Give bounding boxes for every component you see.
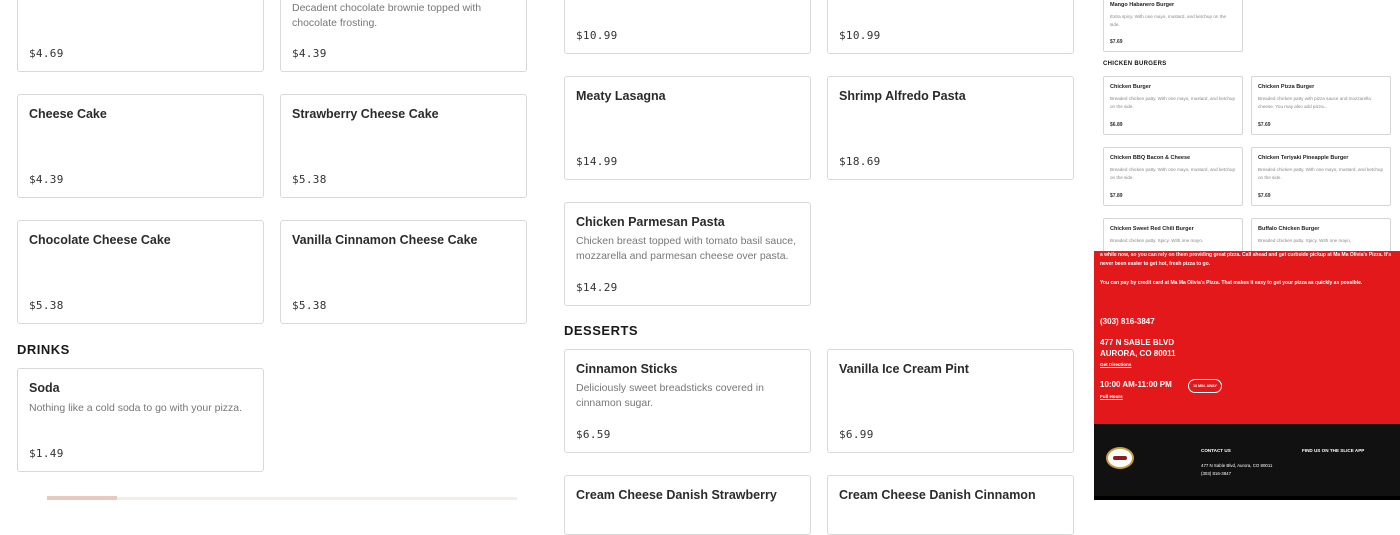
item-name: Soda — [29, 381, 60, 395]
item-name: Strawberry Cheese Cake — [292, 107, 439, 121]
address-line-1: 477 N SABLE BLVD — [1100, 338, 1175, 347]
menu-item-card[interactable]: Cinnamon Sticks Deliciously sweet breads… — [564, 349, 811, 453]
menu-item-card[interactable]: Cream Cheese Danish Cinnamon — [827, 475, 1074, 535]
mini-item-description: Breaded chicken patty. With one mayo, mu… — [1110, 96, 1236, 109]
item-price: $5.38 — [292, 299, 327, 312]
item-price: $4.39 — [29, 173, 64, 186]
contact-us-heading: CONTACT US — [1201, 448, 1231, 453]
item-description: Decadent chocolate brownie topped with c… — [292, 2, 482, 29]
mini-item-price: $7.69 — [1258, 193, 1271, 199]
item-price: $14.29 — [576, 281, 618, 294]
item-name: Vanilla Ice Cream Pint — [839, 362, 969, 376]
info-paragraph: a while now, so you can rely on them pro… — [1100, 252, 1392, 267]
mini-item-price: $7.69 — [1110, 39, 1123, 45]
phone-number[interactable]: (303) 816-3847 — [1100, 317, 1155, 326]
item-price: $4.39 — [292, 47, 327, 60]
mini-menu-card[interactable]: Mango Habanero Burger Extra spicy. With … — [1103, 0, 1243, 52]
menu-item-card[interactable]: Chocolate Cheese Cake $5.38 — [17, 220, 264, 324]
mini-item-name: Chicken Pizza Burger — [1258, 84, 1315, 90]
mini-item-name: Chicken BBQ Bacon & Cheese — [1110, 155, 1191, 161]
restaurant-info-section: a while now, so you can rely on them pro… — [1094, 251, 1400, 424]
menu-item-card[interactable]: Strawberry Cheese Cake $5.38 — [280, 94, 527, 198]
mini-item-name: Chicken Teriyaki Pineapple Burger — [1258, 155, 1349, 161]
mini-section-heading: CHICKEN BURGERS — [1103, 61, 1167, 67]
menu-item-card[interactable]: $10.99 — [564, 0, 811, 54]
footer-address: 477 N Sable Blvd, Aurora, CO 80011 — [1201, 463, 1273, 468]
menu-item-card[interactable]: Meaty Lasagna $14.99 — [564, 76, 811, 180]
item-price: $18.69 — [839, 155, 881, 168]
get-directions-link[interactable]: Get Directions — [1100, 362, 1131, 367]
menu-item-card[interactable]: Chicken Parmesan Pasta Chicken breast to… — [564, 202, 811, 306]
distance-badge: 16 MIN. AWAY — [1188, 379, 1222, 393]
item-price: $1.49 — [29, 447, 64, 460]
item-description: Chicken breast topped with tomato basil … — [576, 235, 797, 262]
mini-item-description: Extra spicy. With one mayo, mustard, and… — [1110, 14, 1227, 27]
item-name: Vanilla Cinnamon Cheese Cake — [292, 233, 478, 247]
mini-item-price: $7.89 — [1110, 193, 1123, 199]
section-heading-desserts: DESSERTS — [564, 323, 639, 338]
menu-item-card[interactable]: $10.99 — [827, 0, 1074, 54]
mini-item-name: Mango Habanero Burger — [1110, 2, 1175, 8]
address-line-2: AURORA, CO 80011 — [1100, 349, 1176, 358]
mini-menu-card[interactable]: Chicken Pizza Burger Breaded chicken pat… — [1251, 76, 1391, 135]
embedded-page-preview: Mango Habanero Burger Extra spicy. With … — [1094, 0, 1400, 500]
item-price: $14.99 — [576, 155, 618, 168]
menu-item-card[interactable]: Decadent chocolate brownie topped with c… — [280, 0, 527, 72]
item-price: $6.59 — [576, 428, 611, 441]
full-hours-link[interactable]: Full Hours — [1100, 394, 1123, 399]
item-price: $10.99 — [576, 29, 618, 42]
item-description: Deliciously sweet breadsticks covered in… — [576, 382, 764, 409]
item-description: Nothing like a cold soda to go with your… — [29, 402, 243, 414]
item-price: $5.38 — [29, 299, 64, 312]
opening-hours: 10:00 AM-11:00 PM — [1100, 380, 1172, 389]
item-price: $5.38 — [292, 173, 327, 186]
promo-image-edge — [47, 496, 517, 500]
mini-menu-card[interactable]: Chicken Teriyaki Pineapple Burger Breade… — [1251, 147, 1391, 206]
menu-item-card[interactable]: Vanilla Cinnamon Cheese Cake $5.38 — [280, 220, 527, 324]
menu-item-card[interactable]: Soda Nothing like a cold soda to go with… — [17, 368, 264, 472]
mini-item-name: Chicken Burger — [1110, 84, 1151, 90]
item-name: Chocolate Cheese Cake — [29, 233, 171, 247]
site-footer: CONTACT US FIND US ON THE SLICE APP 477 … — [1094, 424, 1400, 500]
mini-item-description: Breaded chicken patty. With one mayo, mu… — [1110, 167, 1236, 180]
mini-item-description: Breaded chicken patty. Spicy. With one m… — [1258, 238, 1352, 243]
mini-item-name: Buffalo Chicken Burger — [1258, 226, 1320, 232]
mini-item-price: $6.89 — [1110, 122, 1123, 128]
item-name: Shrimp Alfredo Pasta — [839, 89, 966, 103]
item-name: Chicken Parmesan Pasta — [576, 215, 725, 229]
mini-item-name: Chicken Sweet Red Chili Burger — [1110, 226, 1194, 232]
item-price: $10.99 — [839, 29, 881, 42]
slice-app-heading: FIND US ON THE SLICE APP — [1302, 448, 1365, 453]
footer-contact-info: 477 N Sable Blvd, Aurora, CO 80011 (303)… — [1201, 462, 1272, 478]
footer-divider — [1094, 496, 1400, 500]
item-name: Meaty Lasagna — [576, 89, 666, 103]
item-name: Cinnamon Sticks — [576, 362, 678, 376]
mini-item-description: Breaded chicken patty. With one mayo, mu… — [1258, 167, 1384, 180]
menu-item-card[interactable]: Cheese Cake $4.39 — [17, 94, 264, 198]
menu-item-card[interactable]: Shrimp Alfredo Pasta $18.69 — [827, 76, 1074, 180]
footer-phone[interactable]: (303) 816-3847 — [1201, 470, 1272, 478]
item-price: $4.69 — [29, 47, 64, 60]
section-heading-drinks: DRINKS — [17, 342, 70, 357]
menu-item-card[interactable]: Vanilla Ice Cream Pint $6.99 — [827, 349, 1074, 453]
item-price: $6.99 — [839, 428, 874, 441]
mini-item-description: Breaded chicken patty. Spicy. With one m… — [1110, 238, 1204, 243]
mini-item-description: Breaded chicken patty with pizza sauce a… — [1258, 96, 1371, 109]
payment-paragraph: You can pay by credit card at Ma Ma Oliv… — [1100, 280, 1363, 286]
item-name: Cheese Cake — [29, 107, 107, 121]
restaurant-logo[interactable] — [1106, 447, 1134, 469]
mini-item-price: $7.69 — [1258, 122, 1271, 128]
mini-menu-card[interactable]: Chicken Burger Breaded chicken patty. Wi… — [1103, 76, 1243, 135]
address: 477 N SABLE BLVD AURORA, CO 80011 — [1100, 337, 1176, 359]
mini-menu-card[interactable]: Chicken BBQ Bacon & Cheese Breaded chick… — [1103, 147, 1243, 206]
menu-item-card[interactable]: $4.69 — [17, 0, 264, 72]
menu-item-card[interactable]: Cream Cheese Danish Strawberry — [564, 475, 811, 535]
